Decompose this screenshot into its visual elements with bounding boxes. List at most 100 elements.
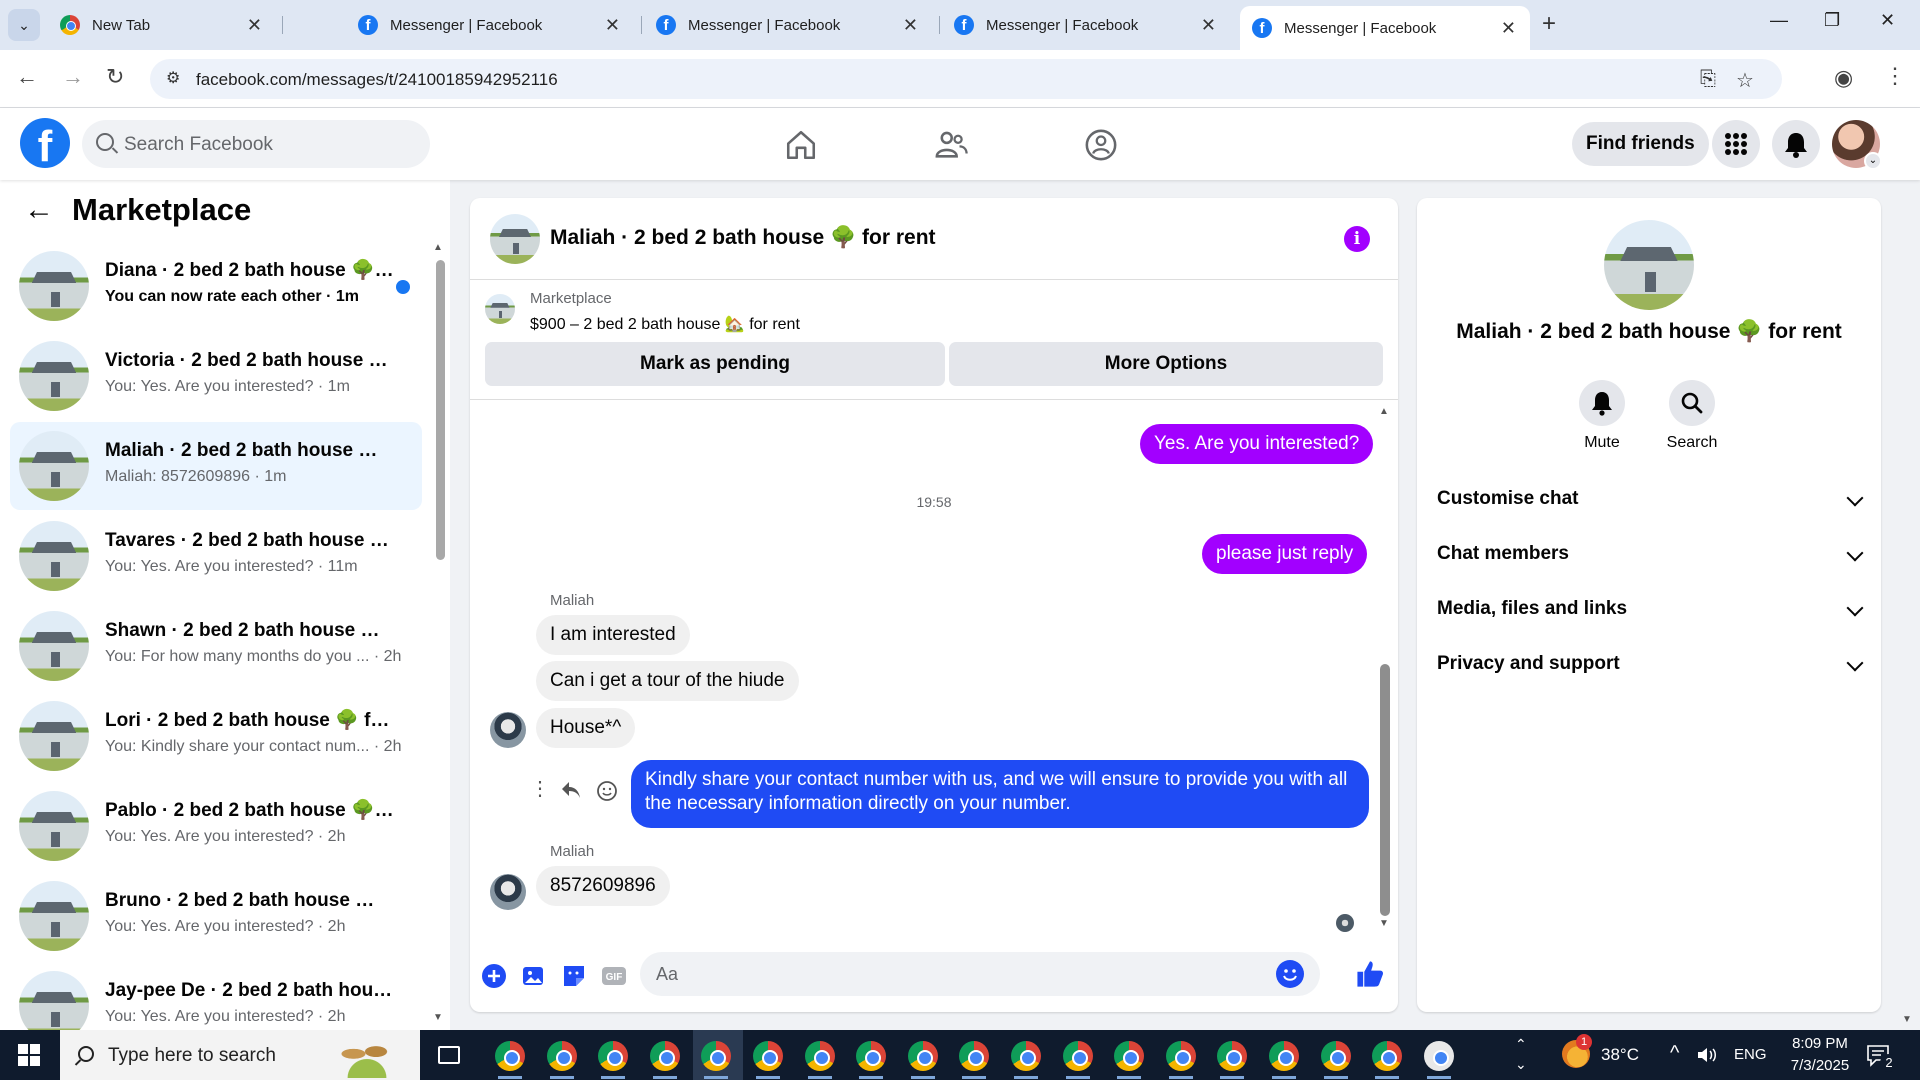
close-window-icon[interactable]: ✕	[1880, 10, 1895, 31]
profile-icon[interactable]: ◉	[1834, 65, 1853, 91]
tab-messenger-active[interactable]: f Messenger | Facebook ✕	[1240, 6, 1530, 50]
address-bar[interactable]: ⚙ facebook.com/messages/t/24100185942952…	[150, 59, 1782, 99]
chat-scrollbar[interactable]	[1380, 664, 1390, 916]
find-friends-button[interactable]: Find friends	[1572, 122, 1709, 166]
chrome-taskbar-icon[interactable]	[1114, 1041, 1145, 1071]
browser-menu-icon[interactable]: ⋮	[1884, 63, 1906, 89]
message-input[interactable]: Aa	[640, 952, 1320, 996]
home-icon[interactable]	[784, 128, 818, 162]
chat-members-section[interactable]: Chat members	[1437, 535, 1864, 575]
close-tab-icon[interactable]: ✕	[1501, 18, 1516, 39]
chat-title[interactable]: Maliah · 2 bed 2 bath house 🌳 for rent	[550, 226, 936, 250]
windows-start-icon[interactable]	[18, 1044, 40, 1066]
chrome-taskbar-icon[interactable]	[959, 1041, 990, 1071]
conversation-item[interactable]: Tavares · 2 bed 2 bath house 🌳 for rent …	[10, 512, 422, 600]
media-files-links-section[interactable]: Media, files and links	[1437, 590, 1864, 630]
bookmark-star-icon[interactable]: ☆	[1736, 68, 1754, 93]
reload-icon[interactable]: ↻	[106, 64, 124, 90]
clock-time[interactable]: 8:09 PM	[1780, 1035, 1860, 1052]
site-settings-icon[interactable]: ⚙	[166, 68, 186, 88]
conversation-item-active[interactable]: Maliah · 2 bed 2 bath house 🌳 for rent M…	[10, 422, 422, 510]
chrome-taskbar-icon[interactable]	[1269, 1041, 1299, 1071]
account-avatar[interactable]: ⌄	[1832, 120, 1882, 170]
close-tab-icon[interactable]: ✕	[903, 15, 918, 36]
scroll-down-arrow-icon[interactable]: ▼	[1379, 918, 1389, 929]
chrome-taskbar-icon[interactable]	[1423, 1041, 1454, 1071]
friends-icon[interactable]	[934, 128, 968, 162]
page-scroll-down-arrow-icon[interactable]: ▼	[1902, 1014, 1912, 1025]
sticker-icon[interactable]	[560, 962, 588, 990]
minimize-window-icon[interactable]: —	[1770, 10, 1788, 31]
scroll-down-arrow-icon[interactable]: ▼	[433, 1012, 443, 1023]
tab-new-tab[interactable]: New Tab ✕	[48, 6, 276, 44]
privacy-support-section[interactable]: Privacy and support	[1437, 645, 1864, 685]
incoming-message[interactable]: House*^	[536, 708, 636, 748]
scroll-up-arrow-icon[interactable]: ▲	[1379, 406, 1389, 417]
chrome-taskbar-icon[interactable]	[804, 1041, 835, 1071]
tab-search-dropdown-icon[interactable]: ⌄	[8, 9, 40, 41]
chrome-taskbar-icon[interactable]	[1011, 1041, 1041, 1071]
chrome-taskbar-icon[interactable]	[1062, 1041, 1093, 1071]
chrome-taskbar-icon[interactable]	[546, 1041, 577, 1071]
url-text[interactable]: facebook.com/messages/t/2410018594295211…	[196, 70, 558, 90]
outgoing-message[interactable]: Kindly share your contact number with us…	[631, 760, 1369, 828]
conversation-item[interactable]: Lori · 2 bed 2 bath house 🌳 for rent You…	[10, 692, 422, 780]
temperature-text[interactable]: 38°C	[1601, 1045, 1639, 1065]
chrome-taskbar-icon[interactable]	[907, 1041, 938, 1071]
more-actions-icon[interactable]: ⋮	[530, 776, 550, 801]
close-tab-icon[interactable]: ✕	[247, 15, 262, 36]
chrome-taskbar-icon[interactable]	[856, 1041, 887, 1071]
mute-button[interactable]: Mute	[1562, 380, 1642, 452]
conversation-item[interactable]: Jay-pee De · 2 bed 2 bath house 🌳 for re…	[10, 962, 422, 1030]
chrome-taskbar-icon[interactable]	[1320, 1041, 1351, 1071]
sender-avatar[interactable]	[490, 712, 526, 748]
conversation-list-scrollbar[interactable]	[436, 260, 445, 560]
weather-sun-icon[interactable]: 1	[1562, 1034, 1592, 1068]
close-tab-icon[interactable]: ✕	[605, 15, 620, 36]
tray-overflow-chevron-icon[interactable]: ^	[1670, 1042, 1679, 1065]
show-hidden-arrow-up-icon[interactable]: ⌃	[1515, 1036, 1527, 1053]
outgoing-message[interactable]: please just reply	[1202, 534, 1368, 574]
forward-arrow-icon[interactable]: →	[62, 64, 84, 90]
notifications-button[interactable]	[1772, 120, 1820, 168]
gif-icon[interactable]: GIF	[600, 962, 628, 990]
back-arrow-icon[interactable]: ←	[24, 193, 54, 227]
react-emoji-icon[interactable]	[596, 780, 618, 802]
photo-icon[interactable]	[520, 962, 548, 990]
back-arrow-icon[interactable]: ←	[16, 64, 38, 90]
info-panel-avatar[interactable]	[1604, 220, 1694, 310]
outgoing-message[interactable]: Yes. Are you interested?	[1140, 424, 1374, 464]
language-indicator[interactable]: ENG	[1734, 1046, 1767, 1063]
scroll-up-arrow-icon[interactable]: ▲	[433, 242, 443, 253]
show-hidden-arrow-down-icon[interactable]: ⌄	[1515, 1056, 1527, 1073]
chrome-taskbar-icon[interactable]	[598, 1041, 629, 1071]
facebook-search-input[interactable]: Search Facebook	[82, 120, 430, 168]
chrome-taskbar-icon[interactable]	[1217, 1041, 1248, 1071]
tab-messenger-2[interactable]: f Messenger | Facebook ✕	[644, 6, 932, 44]
clock-date[interactable]: 7/3/2025	[1780, 1057, 1860, 1074]
search-in-chat-button[interactable]: Search	[1652, 380, 1732, 452]
tab-messenger-3[interactable]: f Messenger | Facebook ✕	[942, 6, 1230, 44]
facebook-logo-icon[interactable]: f	[20, 118, 70, 168]
sender-avatar[interactable]	[490, 874, 526, 910]
menu-grid-button[interactable]	[1712, 120, 1760, 168]
restore-window-icon[interactable]: ❐	[1824, 10, 1840, 31]
chrome-taskbar-icon[interactable]	[1165, 1041, 1196, 1071]
chat-avatar[interactable]	[490, 214, 540, 264]
plus-circle-icon[interactable]	[480, 962, 508, 990]
emoji-icon[interactable]	[1276, 960, 1304, 988]
chrome-taskbar-icon[interactable]	[649, 1041, 680, 1071]
reply-icon[interactable]	[560, 780, 582, 800]
incoming-message[interactable]: I am interested	[536, 615, 690, 655]
customise-chat-section[interactable]: Customise chat	[1437, 480, 1864, 520]
conversation-item[interactable]: Bruno · 2 bed 2 bath house 🌳 for rent Yo…	[10, 872, 422, 960]
volume-icon[interactable]	[1696, 1046, 1718, 1064]
tab-messenger-1[interactable]: f Messenger | Facebook ✕	[346, 6, 634, 44]
conversation-item[interactable]: Shawn · 2 bed 2 bath house 🌳 for rent Yo…	[10, 602, 422, 690]
incoming-message[interactable]: 8572609896	[536, 866, 670, 906]
more-options-button[interactable]: More Options	[949, 342, 1383, 386]
task-view-icon[interactable]	[438, 1046, 460, 1064]
close-tab-icon[interactable]: ✕	[1201, 15, 1216, 36]
new-tab-button[interactable]: +	[1542, 10, 1556, 38]
chrome-taskbar-icon[interactable]	[753, 1041, 783, 1071]
